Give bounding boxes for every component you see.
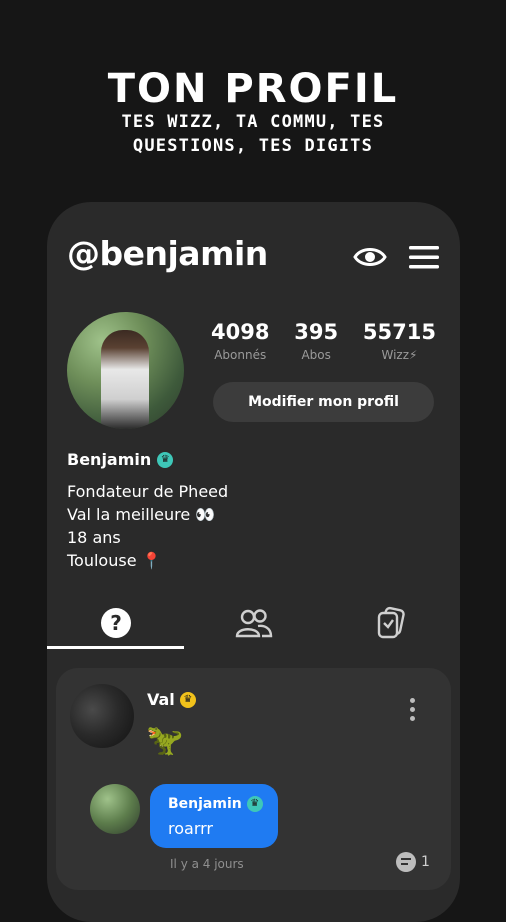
stat-following[interactable]: 395 Abos — [294, 320, 338, 362]
stat-label: Abonnés — [214, 348, 267, 362]
profile-tabs: ? — [47, 598, 460, 648]
reply-author-row: Benjamin — [168, 796, 263, 812]
reply-author-name: Benjamin — [168, 796, 242, 812]
bio-line: Fondateur de Pheed — [67, 482, 229, 501]
promo-title: TON PROFIL — [107, 66, 399, 112]
profile-stats: 4098 Abonnés 395 Abos 55715 Wizz⚡ — [211, 320, 436, 362]
users-icon — [235, 609, 272, 638]
eye-icon[interactable] — [353, 242, 387, 272]
display-name: Benjamin — [67, 450, 152, 469]
post-emoji: 🦖 — [146, 723, 184, 758]
more-options-icon[interactable] — [408, 698, 416, 728]
stat-followers[interactable]: 4098 Abonnés — [211, 320, 269, 362]
author-name: Val — [147, 690, 175, 709]
stat-label: Wizz⚡ — [381, 348, 418, 362]
question-icon: ? — [100, 608, 131, 638]
reply-bubble[interactable]: Benjamin roarrr — [150, 784, 278, 848]
menu-icon[interactable] — [407, 242, 441, 272]
stat-wizz[interactable]: 55715 Wizz⚡ — [363, 320, 436, 362]
reply-author-avatar[interactable] — [90, 784, 140, 834]
reply-text: roarrr — [168, 819, 213, 838]
chat-bubble-icon — [396, 852, 416, 872]
display-name-row: Benjamin — [67, 450, 174, 469]
stat-label: Abos — [301, 348, 331, 362]
profile-avatar[interactable] — [67, 312, 184, 429]
username: @benjamin — [67, 234, 268, 273]
bio-line: Val la meilleure 👀 — [67, 505, 216, 524]
edit-profile-button[interactable]: Modifier mon profil — [213, 382, 434, 422]
tab-community[interactable] — [185, 598, 323, 648]
author-name-row: Val — [147, 690, 196, 709]
profile-bio: Fondateur de Pheed Val la meilleure 👀 18… — [67, 480, 228, 572]
svg-text:?: ? — [110, 611, 122, 635]
tab-digits[interactable] — [322, 598, 460, 648]
crown-badge-icon — [246, 796, 263, 812]
stat-value: 395 — [294, 320, 339, 344]
reply-count: 1 — [421, 854, 430, 870]
post-timestamp: Il y a 4 jours — [170, 857, 244, 871]
active-tab-indicator — [47, 646, 184, 649]
tab-questions[interactable]: ? — [47, 598, 185, 648]
reply-count-button[interactable]: 1 — [396, 852, 430, 872]
stat-value: 55715 — [362, 320, 436, 344]
promo-subtitle: TES WIZZ, TA COMMU, TES QUESTIONS, TES D… — [121, 112, 385, 156]
avatar-photo — [101, 330, 149, 429]
crown-badge-icon — [179, 691, 196, 708]
stat-value: 4098 — [211, 320, 270, 344]
cards-icon — [377, 606, 405, 639]
bio-line: 18 ans — [67, 528, 121, 547]
question-card[interactable]: Val 🦖 Benjamin roarrr Il y a 4 jours 1 — [56, 668, 451, 890]
crown-badge-icon — [157, 451, 174, 468]
bio-line: Toulouse 📍 — [67, 551, 162, 570]
author-avatar[interactable] — [70, 684, 134, 748]
profile-screen: @benjamin 4098 Abonnés 395 Abos 55715 Wi… — [47, 202, 460, 922]
